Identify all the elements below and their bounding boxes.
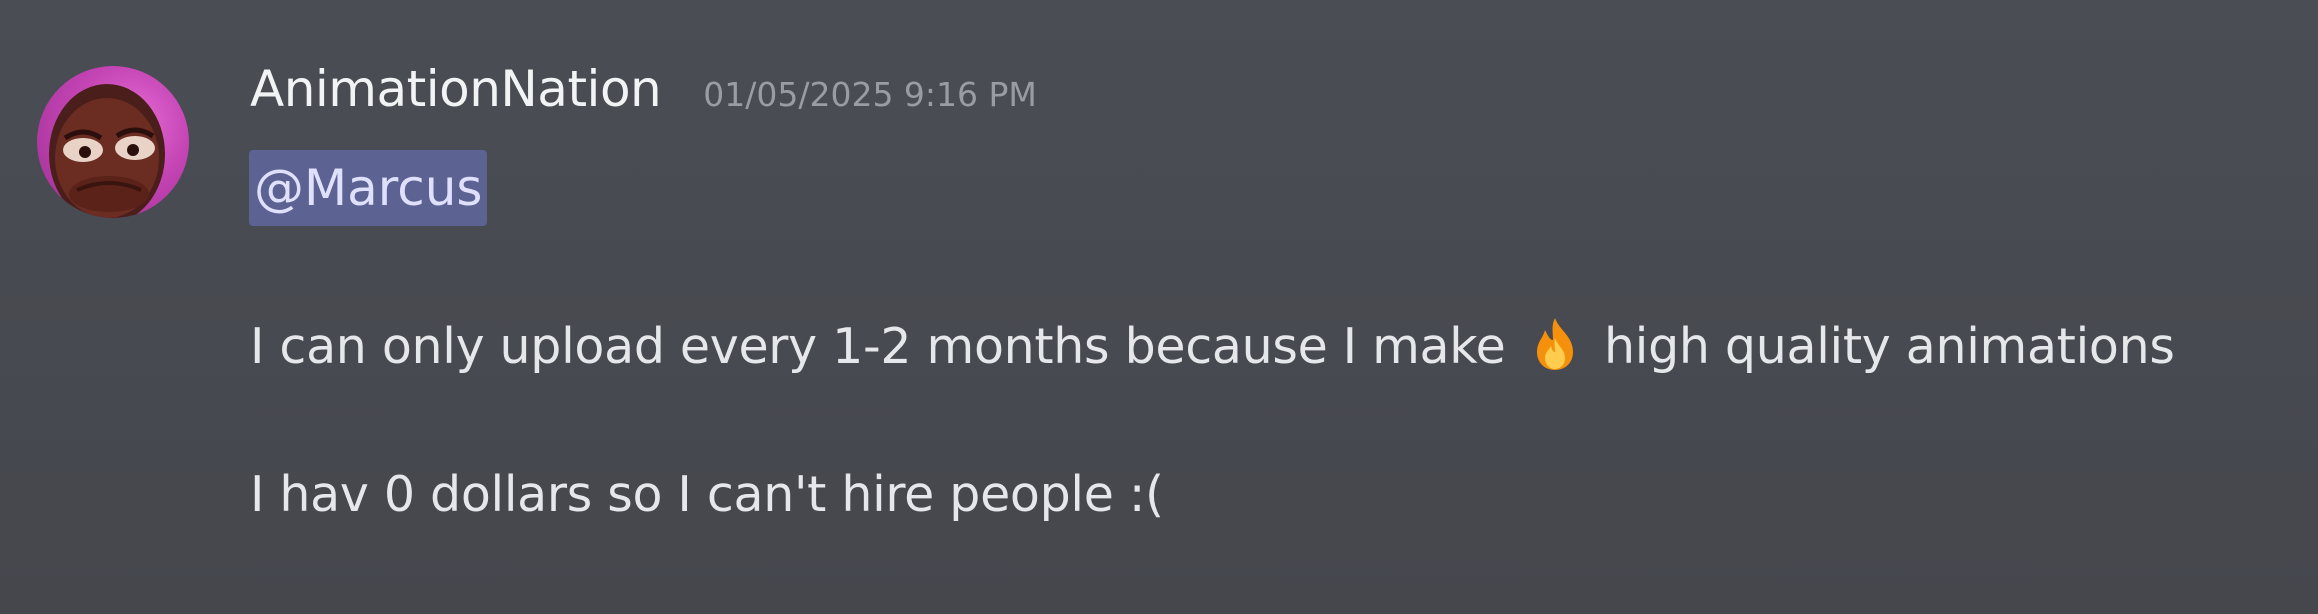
message-line-1: I can only upload every 1-2 months becau… bbox=[250, 316, 2175, 375]
fire-icon bbox=[1529, 316, 1581, 372]
user-mention[interactable]: @Marcus bbox=[249, 150, 488, 226]
message-line-2: I hav 0 dollars so I can't hire people :… bbox=[250, 466, 1164, 523]
message-header: AnimationNation 01/05/2025 9:16 PM bbox=[250, 60, 1037, 130]
avatar[interactable] bbox=[37, 66, 189, 218]
message-text-part: high quality animations bbox=[1588, 318, 2175, 375]
avatar-face-image bbox=[49, 84, 165, 218]
message-text-part: I can only upload every 1-2 months becau… bbox=[250, 318, 1521, 375]
author-username[interactable]: AnimationNation bbox=[250, 60, 662, 118]
chat-message: AnimationNation 01/05/2025 9:16 PM @Marc… bbox=[0, 0, 2318, 614]
message-timestamp: 01/05/2025 9:16 PM bbox=[703, 75, 1037, 114]
